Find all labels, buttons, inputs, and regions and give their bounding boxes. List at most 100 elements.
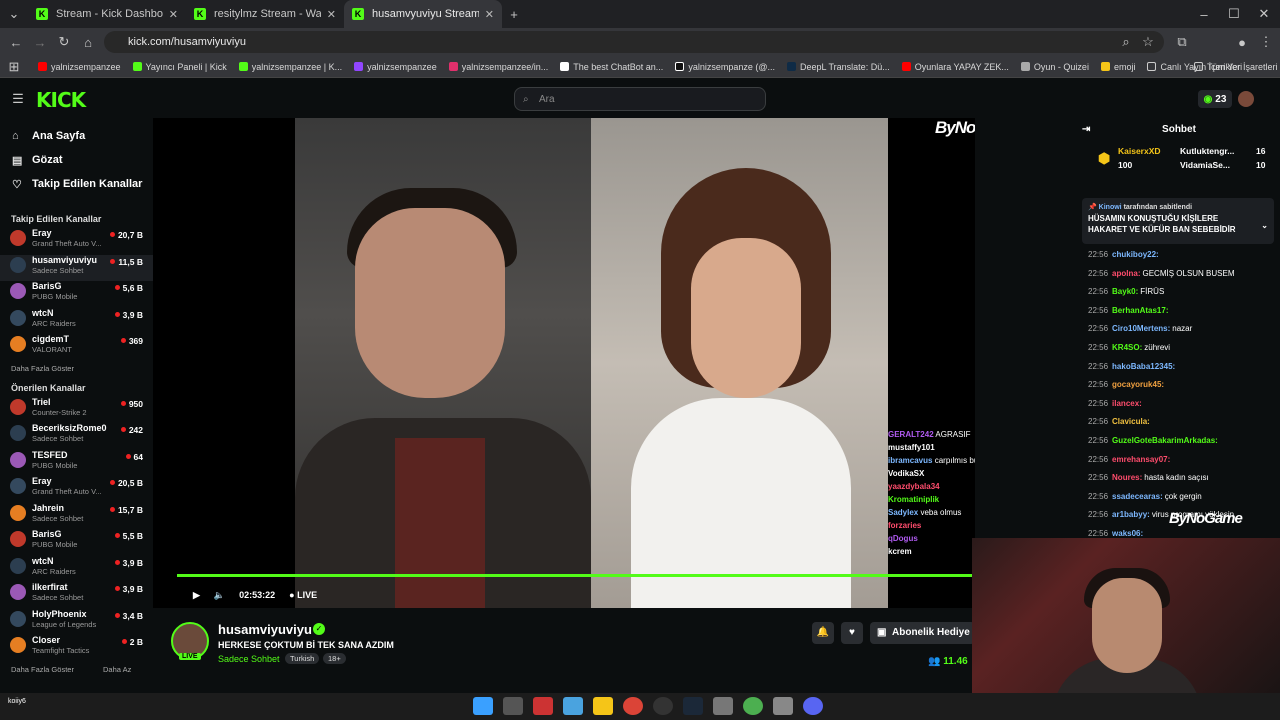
- bookmark-item[interactable]: emoji: [1100, 62, 1135, 72]
- tag-pill[interactable]: Turkish: [285, 653, 320, 664]
- channel-name[interactable]: husamviyuviyu: [218, 622, 312, 637]
- forward-icon[interactable]: →: [28, 35, 52, 50]
- chat-message[interactable]: 22:56 GuzelGoteBakarimArkadas:: [1088, 432, 1278, 451]
- sidebar-channel[interactable]: cigdemT VALORANT 369: [0, 334, 153, 361]
- sidebar-channel[interactable]: HolyPhoenix League of Legends 3,4 B: [0, 609, 153, 636]
- chat-message[interactable]: 22:56 Clavicula:: [1088, 413, 1278, 432]
- chat-username[interactable]: Clavicula:: [1112, 417, 1150, 426]
- menu-icon[interactable]: ⋮: [1254, 34, 1278, 50]
- hamburger-menu-icon[interactable]: ☰: [6, 91, 30, 107]
- chat-username[interactable]: hakoBaba12345:: [1112, 362, 1175, 371]
- nav-browse[interactable]: ▤ Gözat: [0, 148, 153, 172]
- url-field[interactable]: kick.com/husamviyuviyu: [104, 31, 1164, 53]
- bookmark-item[interactable]: DeepL Translate: Dü...: [786, 62, 890, 72]
- bookmark-item[interactable]: yalnizsempanzee: [354, 62, 437, 72]
- search-input[interactable]: ⌕ Ara: [514, 87, 766, 111]
- chat-username[interactable]: BerhanAtas17:: [1112, 306, 1168, 315]
- chevron-down-icon[interactable]: ⌄: [1261, 220, 1268, 231]
- obs-icon[interactable]: [653, 697, 673, 715]
- reload-icon[interactable]: ↻: [52, 34, 76, 50]
- chat-username[interactable]: ilancex:: [1112, 399, 1142, 408]
- app-icon[interactable]: [713, 697, 733, 715]
- sidebar-channel[interactable]: Closer Teamfight Tactics 2 B: [0, 635, 153, 662]
- new-tab-icon[interactable]: +: [502, 7, 526, 22]
- collapse-chat-icon[interactable]: ⇥: [1082, 124, 1090, 135]
- chat-username[interactable]: KR4SO:: [1112, 343, 1142, 352]
- zoom-icon[interactable]: ⌕: [1114, 34, 1138, 50]
- settings-icon[interactable]: [773, 697, 793, 715]
- chat-message[interactable]: 22:56 hakoBaba12345:: [1088, 358, 1278, 377]
- show-less-recommended[interactable]: Daha Az: [103, 662, 131, 678]
- nav-home[interactable]: ⌂ Ana Sayfa: [0, 124, 153, 148]
- progress-bar[interactable]: [177, 574, 973, 577]
- chat-username[interactable]: apolna:: [1112, 269, 1140, 278]
- sidebar-channel[interactable]: Jahrein Sadece Sohbet 15,7 B: [0, 503, 153, 530]
- file-explorer-icon[interactable]: [593, 697, 613, 715]
- windows-start-icon[interactable]: [473, 697, 493, 715]
- bookmark-item[interactable]: Yayıncı Paneli | Kick: [132, 62, 227, 72]
- chat-message[interactable]: 22:56 emrehansay07:: [1088, 451, 1278, 470]
- home-icon[interactable]: ⌂: [76, 35, 100, 50]
- chat-username[interactable]: Ciro10Mertens:: [1112, 324, 1170, 333]
- sidebar-channel[interactable]: Triel Counter-Strike 2 950: [0, 397, 153, 424]
- volume-icon[interactable]: 🔈: [214, 590, 225, 601]
- minimize-icon[interactable]: –: [1192, 7, 1216, 22]
- show-more-recommended[interactable]: Daha Fazla Göster Daha Az: [0, 662, 153, 678]
- chat-message[interactable]: 22:56 BerhanAtas17:: [1088, 302, 1278, 321]
- nav-following[interactable]: ♡ Takip Edilen Kanallar: [0, 172, 153, 196]
- app-icon[interactable]: [533, 697, 553, 715]
- chat-username[interactable]: ssadecearas:: [1112, 492, 1163, 501]
- sidebar-channel[interactable]: Eray Grand Theft Auto V... 20,7 B: [0, 228, 153, 255]
- chat-username[interactable]: Bayk0:: [1112, 287, 1138, 296]
- avatar[interactable]: [1238, 91, 1254, 107]
- chat-message[interactable]: 22:56 ilancex:: [1088, 395, 1278, 414]
- sidebar-channel[interactable]: ilkerfirat Sadece Sohbet 3,9 B: [0, 582, 153, 609]
- sidebar-channel[interactable]: BarisG PUBG Mobile 5,6 B: [0, 281, 153, 308]
- show-more-followed[interactable]: Daha Fazla Göster: [0, 361, 153, 377]
- sidebar-channel[interactable]: wtcN ARC Raiders 3,9 B: [0, 308, 153, 335]
- pinned-message[interactable]: 📌 Kinowi tarafından sabitlendi HÜSAMIN K…: [1082, 198, 1274, 244]
- profile-icon[interactable]: ●: [1230, 35, 1254, 50]
- chat-message[interactable]: 22:56 apolna: GECMİŞ OLSUN BUSEM: [1088, 265, 1278, 284]
- apps-icon[interactable]: ⊞: [2, 59, 26, 75]
- bookmark-item[interactable]: Oyun - Quizei: [1020, 62, 1089, 72]
- close-icon[interactable]: ✕: [485, 8, 494, 21]
- bookmark-item[interactable]: yalnizsempanzee | K...: [238, 62, 342, 72]
- extensions-icon[interactable]: ⧉: [1170, 34, 1194, 50]
- chat-message[interactable]: 22:56 Bayk0: FİRÜS: [1088, 283, 1278, 302]
- all-bookmarks[interactable]: Tüm Yer İşaretleri: [1194, 62, 1278, 72]
- browser-tab-1[interactable]: K Stream - Kick Dashboard ✕: [28, 0, 186, 28]
- chat-message[interactable]: 22:56 KR4SO: zührevi: [1088, 339, 1278, 358]
- bookmark-item[interactable]: yalnizsempanzee/in...: [448, 62, 548, 72]
- tab-search-icon[interactable]: ⌄: [0, 6, 28, 22]
- chat-username[interactable]: emrehansay07:: [1112, 455, 1170, 464]
- chat-username[interactable]: chukiboy22:: [1112, 250, 1159, 259]
- bookmark-item[interactable]: yalnizsempanzee: [38, 62, 121, 72]
- chat-username[interactable]: ar1babyy:: [1112, 510, 1150, 519]
- tray-user[interactable]: koiiy6: [8, 697, 26, 706]
- task-view-icon[interactable]: [503, 697, 523, 715]
- sidebar-channel[interactable]: husamviyuviyu Sadece Sohbet 11,5 B: [0, 254, 153, 281]
- sidebar-channel[interactable]: wtcN ARC Raiders 3,9 B: [0, 556, 153, 583]
- bookmark-item[interactable]: The best ChatBot an...: [560, 62, 663, 72]
- chat-message[interactable]: 22:56 ssadecearas: çok gergin: [1088, 488, 1278, 507]
- browser-tab-2[interactable]: Kresitylmz Stream - Watch Li ✕: [186, 0, 344, 28]
- chat-message[interactable]: 22:56 Noures: hasta kadın saçısı: [1088, 469, 1278, 488]
- points-badge[interactable]: ◉ 23: [1198, 90, 1232, 108]
- chat-username[interactable]: waks06:: [1112, 529, 1143, 538]
- sidebar-channel[interactable]: Eray Grand Theft Auto V... 20,5 B: [0, 476, 153, 503]
- bookmark-star-icon[interactable]: ☆: [1136, 34, 1160, 50]
- chat-message[interactable]: 22:56 Ciro10Mertens: nazar: [1088, 320, 1278, 339]
- chrome-icon[interactable]: [623, 697, 643, 715]
- chat-username[interactable]: Noures:: [1112, 473, 1142, 482]
- close-icon[interactable]: ✕: [327, 8, 336, 21]
- back-icon[interactable]: ←: [4, 35, 28, 50]
- kick-logo[interactable]: KICK: [36, 88, 86, 112]
- discord-icon[interactable]: [803, 697, 823, 715]
- play-icon[interactable]: ▶: [193, 590, 200, 601]
- chat-username[interactable]: GuzelGoteBakarimArkadas:: [1112, 436, 1218, 445]
- tag-pill[interactable]: 18+: [323, 653, 346, 664]
- sidebar-channel[interactable]: BarisG PUBG Mobile 5,5 B: [0, 529, 153, 556]
- chat-username[interactable]: gocayoruk45:: [1112, 380, 1164, 389]
- photos-icon[interactable]: [563, 697, 583, 715]
